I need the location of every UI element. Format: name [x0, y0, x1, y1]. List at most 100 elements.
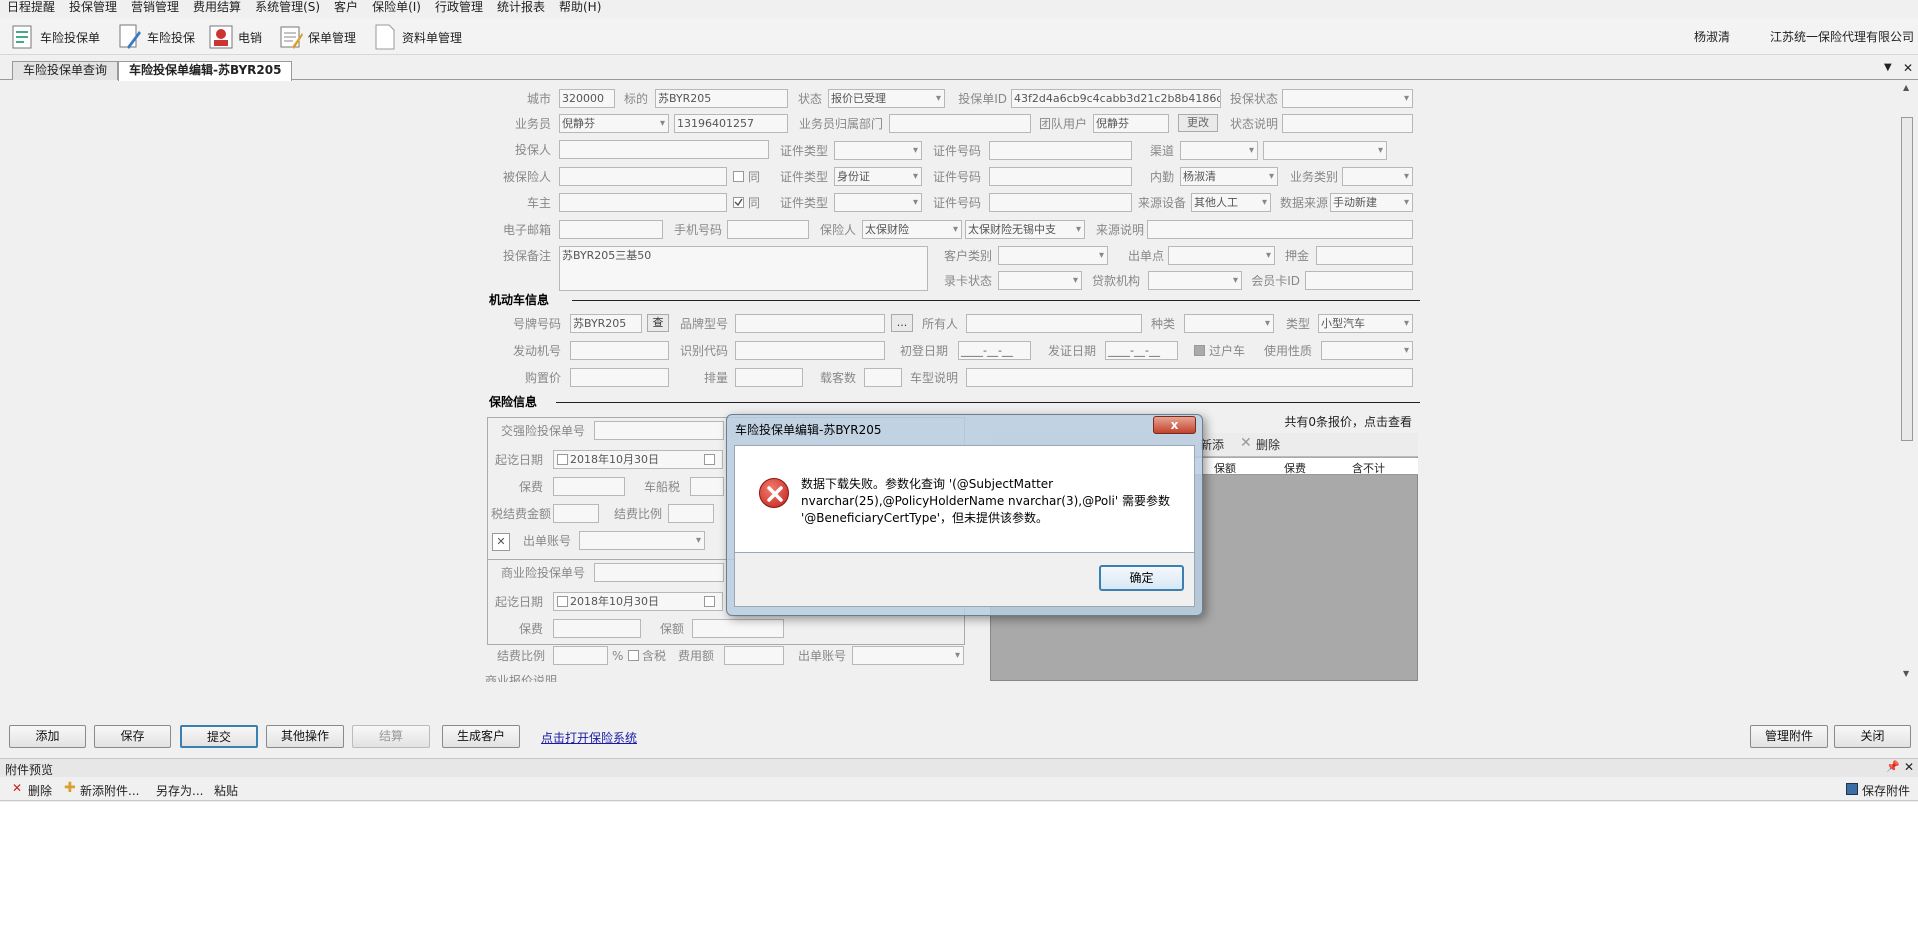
commercial-rate-input[interactable]	[553, 646, 608, 665]
insured-idno-input[interactable]	[989, 167, 1132, 186]
form-scrollbar[interactable]: ▲ ▼	[1898, 81, 1918, 681]
save-button[interactable]: 保存	[94, 725, 171, 748]
channel-sub-select[interactable]	[1263, 141, 1387, 160]
vehicle-tax-input[interactable]	[690, 477, 724, 496]
telesales-button[interactable]: 电销	[208, 22, 262, 52]
menu-help[interactable]: 帮助(H)	[552, 0, 608, 14]
change-button[interactable]: 更改	[1178, 114, 1218, 132]
channel-select[interactable]	[1180, 141, 1258, 160]
insured-idtype-select[interactable]: 身份证	[834, 167, 922, 186]
fee-input[interactable]	[724, 646, 784, 665]
team-user-input[interactable]: 倪静芬	[1093, 114, 1169, 133]
car-application-button[interactable]: 车险投保单	[10, 22, 100, 52]
commercial-start-date[interactable]: 2018年10月30日	[553, 592, 723, 611]
applicant-idno-input[interactable]	[989, 141, 1132, 160]
biz-type-select[interactable]	[1342, 167, 1413, 186]
displacement-input[interactable]	[735, 368, 803, 387]
owner-idno-input[interactable]	[989, 193, 1132, 212]
engine-input[interactable]	[570, 341, 669, 360]
save-disk-icon[interactable]	[1846, 783, 1858, 795]
loan-org-select[interactable]	[1148, 271, 1242, 290]
insurer-select[interactable]: 太保财险	[862, 220, 962, 239]
add-button[interactable]: 添加	[9, 725, 86, 748]
status-note-input[interactable]	[1282, 114, 1413, 133]
tab-car-application-query[interactable]: 车险投保单查询	[12, 61, 119, 80]
status-select[interactable]: 报价已受理	[828, 89, 945, 108]
kind-select[interactable]	[1184, 314, 1274, 333]
mobile-input[interactable]	[727, 220, 809, 239]
dialog-close-button[interactable]: x	[1153, 416, 1196, 434]
plate-input[interactable]: 苏BYR205	[570, 314, 642, 333]
menu-reports[interactable]: 统计报表	[490, 0, 552, 14]
brand-input[interactable]	[735, 314, 885, 333]
quote-summary-link[interactable]: 共有0条报价，点击查看	[1266, 415, 1412, 429]
menu-schedule[interactable]: 日程提醒	[0, 0, 62, 14]
insured-same-checkbox[interactable]	[733, 171, 744, 182]
open-insurance-system-link[interactable]: 点击打开保险系统	[541, 729, 637, 746]
add-icon[interactable]: ✚	[64, 780, 76, 796]
usage-select[interactable]	[1321, 341, 1413, 360]
compulsory-no-input[interactable]	[594, 421, 724, 440]
agent-phone-input[interactable]: 13196401257	[674, 114, 788, 133]
scroll-thumb[interactable]	[1901, 117, 1913, 441]
attachment-saveas-button[interactable]: 另存为...	[156, 782, 203, 799]
scroll-down-icon[interactable]: ▼	[1903, 669, 1909, 678]
vin-input[interactable]	[735, 341, 885, 360]
insured-input[interactable]	[559, 167, 727, 186]
seats-input[interactable]	[864, 368, 902, 387]
menu-insurance[interactable]: 保险单(I)	[365, 0, 428, 14]
document-manage-button[interactable]: 资料单管理	[372, 22, 462, 52]
other-actions-button[interactable]: 其他操作	[266, 725, 344, 748]
deposit-input[interactable]	[1316, 246, 1413, 265]
owner-idtype-select[interactable]	[834, 193, 922, 212]
quote-delete-button[interactable]: 删除	[1256, 438, 1286, 452]
generate-customer-button[interactable]: 生成客户	[442, 725, 520, 748]
compulsory-start-date[interactable]: 2018年10月30日	[553, 450, 723, 469]
compulsory-rate-input[interactable]	[668, 504, 714, 523]
panel-close-icon[interactable]: ✕	[1904, 760, 1914, 774]
remark-textarea[interactable]: 苏BYR205三基50	[559, 246, 928, 291]
out-point-select[interactable]	[1168, 246, 1275, 265]
reg-date-input[interactable]: ____-__-__	[958, 341, 1031, 360]
applicant-input[interactable]	[559, 140, 769, 159]
commercial-amount-input[interactable]	[692, 619, 784, 638]
compulsory-remove-icon[interactable]: ✕	[492, 533, 510, 551]
quote-delete-icon[interactable]: ✕	[1240, 435, 1252, 451]
commercial-calendar-checkbox[interactable]	[704, 596, 715, 607]
subject-input[interactable]: 苏BYR205	[655, 89, 788, 108]
price-input[interactable]	[570, 368, 669, 387]
menu-policy[interactable]: 投保管理	[62, 0, 124, 14]
attachment-delete-button[interactable]: 删除	[28, 782, 52, 799]
vehicle-type-select[interactable]: 小型汽车	[1318, 314, 1413, 333]
data-source-select[interactable]: 手动新建	[1330, 193, 1413, 212]
commercial-premium-input[interactable]	[553, 619, 641, 638]
delete-icon[interactable]: ✕	[12, 781, 22, 795]
owner-same-checkbox[interactable]	[733, 197, 744, 208]
model-note-input[interactable]	[966, 368, 1413, 387]
pin-icon[interactable]: 📌	[1886, 760, 1900, 773]
transfer-checkbox[interactable]	[1194, 345, 1205, 356]
commercial-no-input[interactable]	[594, 563, 724, 582]
plate-query-button[interactable]: 查	[647, 314, 669, 332]
tax-included-checkbox[interactable]	[628, 650, 639, 661]
close-button[interactable]: 关闭	[1834, 725, 1911, 748]
email-input[interactable]	[559, 220, 663, 239]
brand-browse-button[interactable]: ...	[891, 314, 913, 332]
policy-manage-button[interactable]: 保单管理	[278, 22, 356, 52]
dialog-ok-button[interactable]: 确定	[1099, 565, 1184, 591]
member-id-input[interactable]	[1305, 271, 1413, 290]
compulsory-calendar-checkbox[interactable]	[704, 454, 715, 465]
tab-close-icon[interactable]: ✕	[1903, 61, 1913, 75]
cert-date-input[interactable]: ____-__-__	[1105, 341, 1178, 360]
menu-system[interactable]: 系统管理(S)	[248, 0, 327, 14]
menu-settlement[interactable]: 费用结算	[186, 0, 248, 14]
internal-select[interactable]: 杨淑清	[1180, 167, 1278, 186]
cust-type-select[interactable]	[998, 246, 1108, 265]
agent-dept-input[interactable]	[889, 114, 1031, 133]
quote-new-button[interactable]: 新添	[1200, 438, 1230, 452]
submit-button[interactable]: 提交	[180, 725, 258, 748]
agent-select[interactable]: 倪静芬	[559, 114, 669, 133]
compulsory-account-select[interactable]	[579, 531, 705, 550]
manage-attachments-button[interactable]: 管理附件	[1750, 725, 1828, 748]
commercial-account-select[interactable]	[852, 646, 964, 665]
